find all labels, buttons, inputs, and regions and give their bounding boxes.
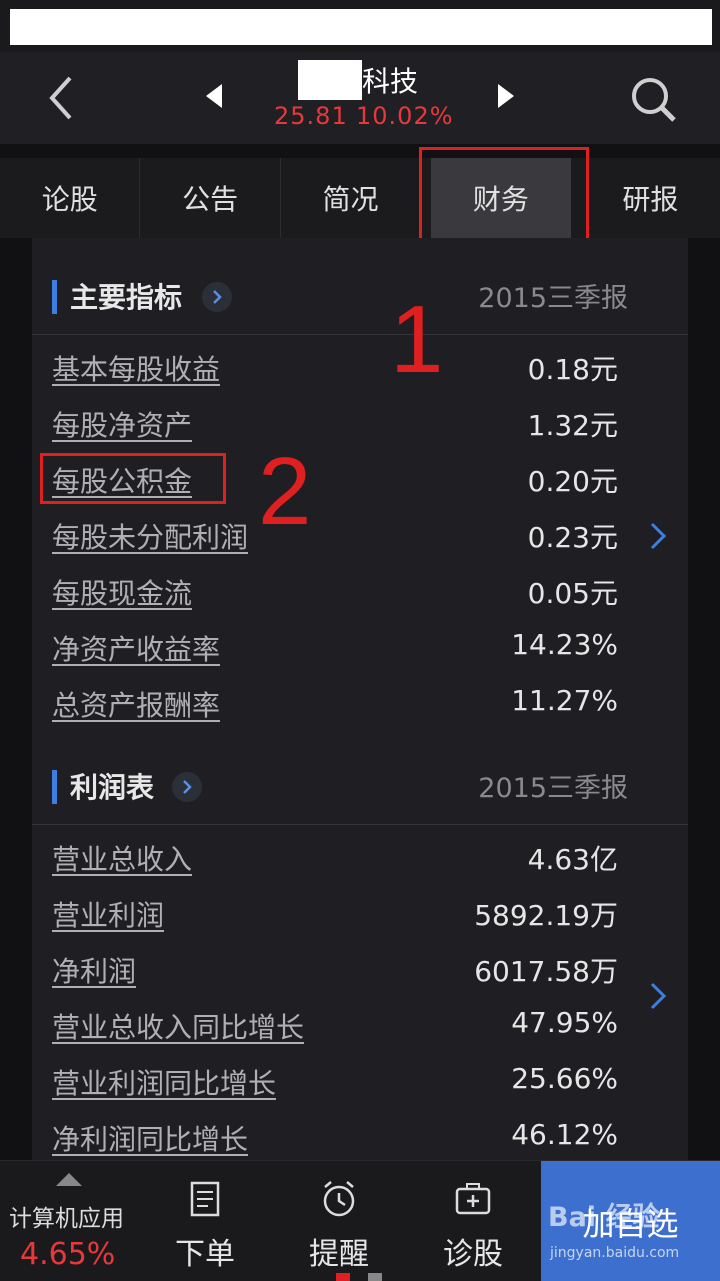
income-label[interactable]: 净利润同比增长 [52, 1118, 248, 1158]
annotation-box-finance-tab [419, 147, 589, 251]
indicator-label[interactable]: 每股现金流 [52, 572, 192, 612]
stock-name-mask [298, 60, 362, 100]
sector-name: 计算机应用 [9, 1206, 124, 1232]
prev-stock-icon[interactable] [200, 78, 230, 114]
annotation-number-1: 1 [390, 286, 444, 393]
section-accent-bar [52, 770, 57, 804]
next-stock-icon[interactable] [490, 78, 520, 114]
main-indicators-header[interactable]: 主要指标 2015三季报 [32, 262, 688, 328]
income-row[interactable]: 净利润同比增长 46.12% [32, 1108, 688, 1164]
income-statement-header[interactable]: 利润表 2015三季报 [32, 752, 688, 818]
tab-profile[interactable]: 简况 [281, 158, 422, 238]
annotation-number-2: 2 [258, 438, 312, 545]
income-row[interactable]: 营业利润 5892.19万 [32, 884, 688, 940]
indicator-label[interactable]: 净资产收益率 [52, 628, 220, 668]
report-period: 2015三季报 [478, 283, 628, 314]
tab-announcements[interactable]: 公告 [140, 158, 281, 238]
tab-bar: 论股 公告 简况 财务 研报 [0, 158, 720, 238]
indicator-value: 1.32元 [527, 409, 618, 442]
income-label[interactable]: 营业总收入同比增长 [52, 1006, 304, 1046]
income-label[interactable]: 净利润 [52, 950, 136, 990]
sector-info[interactable]: 计算机应用 4.65% [0, 1161, 140, 1281]
income-row[interactable]: 营业总收入 4.63亿 [32, 828, 688, 884]
back-icon[interactable] [38, 70, 88, 126]
indicator-row[interactable]: 每股净资产 1.32元 [32, 394, 688, 450]
indicator-label[interactable]: 每股净资产 [52, 404, 192, 444]
stock-name: 科技 [362, 65, 419, 98]
alarm-clock-icon [323, 1181, 355, 1217]
annotation-box-reserve-per-share [40, 453, 226, 504]
indicator-label[interactable]: 每股未分配利润 [52, 516, 248, 556]
indicator-value: 0.23元 [527, 521, 618, 554]
income-label[interactable]: 营业利润 [52, 894, 164, 934]
indicator-value: 0.05元 [527, 577, 618, 610]
income-row[interactable]: 营业利润同比增长 25.66% [32, 1052, 688, 1108]
status-bar-mask [10, 9, 712, 45]
indicator-label[interactable]: 总资产报酬率 [52, 684, 220, 724]
sector-change: 4.65% [20, 1237, 116, 1272]
order-button[interactable]: 下单 [140, 1161, 270, 1281]
order-label: 下单 [175, 1237, 235, 1272]
indicator-row[interactable]: 基本每股收益 0.18元 [32, 338, 688, 394]
remind-button[interactable]: 提醒 [274, 1161, 404, 1281]
diagnose-label: 诊股 [443, 1237, 503, 1272]
income-label[interactable]: 营业总收入 [52, 838, 192, 878]
chevron-right-icon[interactable] [202, 282, 232, 312]
search-icon[interactable] [626, 72, 682, 128]
income-row[interactable]: 营业总收入同比增长 47.95% [32, 996, 688, 1052]
chevron-right-icon[interactable] [646, 516, 670, 556]
watermark-logo: Bai 经验 [548, 1202, 660, 1233]
indicator-value: 11.27% [511, 684, 618, 717]
income-value: 6017.58万 [474, 955, 618, 988]
section-title: 利润表 [70, 771, 155, 804]
income-row[interactable]: 净利润 6017.58万 [32, 940, 688, 996]
divider [32, 824, 688, 825]
expand-up-icon[interactable] [56, 1173, 82, 1186]
indicator-row[interactable]: 每股现金流 0.05元 [32, 562, 688, 618]
report-period: 2015三季报 [478, 773, 628, 804]
order-form-icon [190, 1181, 220, 1217]
status-bar [0, 0, 720, 52]
income-value: 4.63亿 [527, 843, 618, 876]
section-title: 主要指标 [70, 281, 183, 314]
remind-label: 提醒 [309, 1237, 369, 1272]
indicator-label[interactable]: 基本每股收益 [52, 348, 220, 388]
income-value: 5892.19万 [474, 899, 618, 932]
income-label[interactable]: 营业利润同比增长 [52, 1062, 276, 1102]
income-value: 25.66% [511, 1062, 618, 1095]
tab-research[interactable]: 研报 [581, 158, 720, 238]
chevron-right-icon[interactable] [172, 772, 202, 802]
indicator-row[interactable]: 总资产报酬率 11.27% [32, 674, 688, 730]
indicator-value: 0.20元 [527, 465, 618, 498]
indicator-row[interactable]: 每股未分配利润 0.23元 [32, 506, 688, 562]
income-value: 46.12% [511, 1118, 618, 1151]
indicator-value: 0.18元 [527, 353, 618, 386]
finance-panel: 主要指标 2015三季报 基本每股收益 0.18元 每股净资产 1.32元 每股… [32, 238, 688, 1160]
section-accent-bar [52, 280, 57, 314]
stock-header: 科技 25.81 10.02% [0, 52, 720, 144]
medical-kit-icon [455, 1183, 491, 1215]
stock-price: 25.81 [274, 102, 348, 130]
income-value: 47.95% [511, 1006, 618, 1039]
watermark-url: jingyan.baidu.com [550, 1245, 680, 1261]
chevron-right-icon[interactable] [646, 976, 670, 1016]
indicator-value: 14.23% [511, 628, 618, 661]
stock-change-percent: 10.02% [356, 102, 454, 130]
indicator-row[interactable]: 净资产收益率 14.23% [32, 618, 688, 674]
tab-discussion[interactable]: 论股 [0, 158, 141, 238]
divider [32, 334, 688, 335]
diagnose-button[interactable]: 诊股 [408, 1161, 538, 1281]
